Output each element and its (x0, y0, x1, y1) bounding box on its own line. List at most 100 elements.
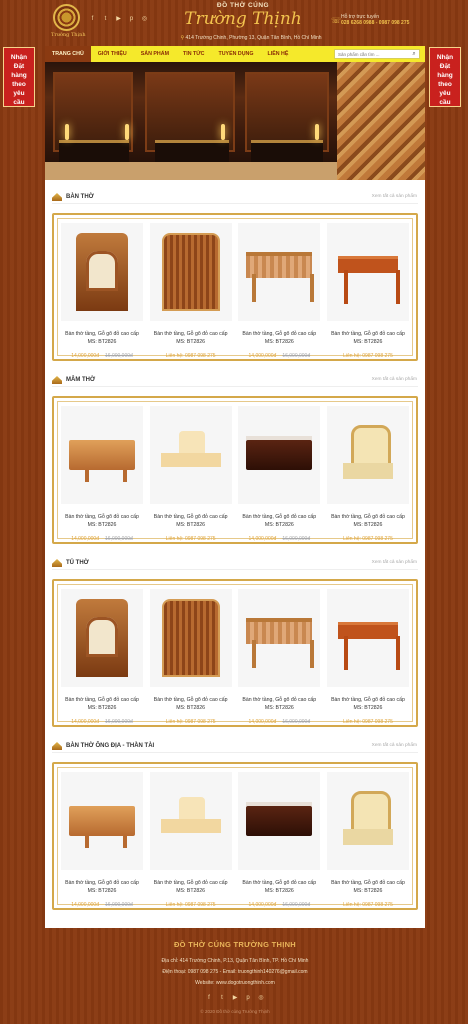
product-code: MS: BT2826 (87, 522, 117, 528)
product-card[interactable]: Bàn thờ tầng, Gỗ gõ đỏ cao cấp MS: BT282… (326, 406, 409, 544)
product-card[interactable]: Bàn thờ tầng, Gỗ gõ đỏ cao cấp MS: BT282… (326, 589, 409, 727)
product-price: 14,000,000đ 16,000,000đ (61, 902, 143, 910)
instagram-icon[interactable]: ◎ (258, 995, 265, 1002)
product-card[interactable]: Bàn thờ tầng, Gỗ gõ đỏ cao cấp MS: BT282… (238, 589, 321, 727)
product-image[interactable] (149, 772, 232, 870)
twitter-icon[interactable]: t (102, 16, 109, 23)
view-all-link[interactable]: Xem tất cả sản phẩm (372, 194, 417, 199)
product-card[interactable]: Bàn thờ tầng, Gỗ gõ đỏ cao cấp MS: BT282… (61, 223, 143, 361)
product-grid: Bàn thờ tầng, Gỗ gõ đỏ cao cấp MS: BT282… (45, 589, 425, 727)
price-current: 14,000,000đ (71, 719, 99, 725)
product-image[interactable] (61, 406, 143, 504)
product-price: 14,000,000đ 16,000,000đ (61, 353, 143, 361)
product-card[interactable]: Bàn thờ tầng, Gỗ gõ đỏ cao cấp MS: BT282… (149, 589, 232, 727)
search-icon[interactable]: ⌕ (409, 50, 419, 58)
footer-address: Địa chỉ: 414 Trường Chinh, P.13, Quận Tâ… (161, 958, 309, 964)
product-card[interactable]: Bàn thờ tầng, Gỗ gõ đỏ cao cấp MS: BT282… (61, 772, 143, 910)
price-current: 14,000,000đ (248, 719, 277, 725)
product-name[interactable]: Bàn thờ tầng, Gỗ gõ đỏ cao cấp (61, 513, 143, 521)
product-name[interactable]: Bàn thờ tầng, Gỗ gõ đỏ cao cấp (150, 696, 232, 704)
product-card[interactable]: Bàn thờ tầng, Gỗ gõ đỏ cao cấp MS: BT282… (149, 406, 232, 544)
pinterest-icon[interactable]: p (245, 995, 252, 1002)
product-name[interactable]: Bàn thờ tầng, Gỗ gõ đỏ cao cấp (150, 330, 232, 338)
header-social-links: f t ▶ p ◎ (89, 16, 148, 23)
section-title[interactable]: TỦ THỜ (66, 560, 89, 566)
product-name[interactable]: Bàn thờ tầng, Gỗ gõ đỏ cao cấp (61, 696, 143, 704)
search-input[interactable] (335, 50, 409, 58)
product-image[interactable] (238, 223, 321, 321)
product-image[interactable] (61, 589, 143, 687)
section-divider (52, 386, 418, 387)
product-name[interactable]: Bàn thờ tầng, Gỗ gõ đỏ cao cấp (238, 330, 320, 338)
product-name[interactable]: Bàn thờ tầng, Gỗ gõ đỏ cao cấp (150, 879, 232, 887)
product-image[interactable] (326, 223, 409, 321)
pagoda-icon (52, 559, 62, 567)
product-price: 14,000,000đ 16,000,000đ (61, 719, 143, 727)
nav-item-products[interactable]: SẢN PHẨM (134, 46, 176, 62)
section-header: TỦ THỜ (52, 556, 89, 570)
product-card[interactable]: Bàn thờ tầng, Gỗ gõ đỏ cao cấp MS: BT282… (238, 223, 321, 361)
brand-title: ĐỒ THỜ CÚNG Trường Thịnh (183, 2, 303, 29)
product-name[interactable]: Bàn thờ tầng, Gỗ gõ đỏ cao cấp (150, 513, 232, 521)
nav-item-news[interactable]: TIN TỨC (176, 46, 211, 62)
product-name[interactable]: Bàn thờ tầng, Gỗ gõ đỏ cao cấp (327, 330, 409, 338)
view-all-link[interactable]: Xem tất cả sản phẩm (372, 743, 417, 748)
product-name[interactable]: Bàn thờ tầng, Gỗ gõ đỏ cao cấp (238, 879, 320, 887)
section-divider (52, 752, 418, 753)
facebook-icon[interactable]: f (206, 995, 213, 1002)
instagram-icon[interactable]: ◎ (141, 16, 148, 23)
product-name[interactable]: Bàn thờ tầng, Gỗ gõ đỏ cao cấp (327, 513, 409, 521)
twitter-icon[interactable]: t (219, 995, 226, 1002)
product-card[interactable]: Bàn thờ tầng, Gỗ gõ đỏ cao cấp MS: BT282… (149, 772, 232, 910)
product-image[interactable] (149, 223, 232, 321)
product-image[interactable] (149, 589, 232, 687)
product-name[interactable]: Bàn thờ tầng, Gỗ gõ đỏ cao cấp (61, 879, 143, 887)
section-title[interactable]: BÀN THỜ ÔNG ĐỊA - THẦN TÀI (66, 743, 154, 749)
product-image[interactable] (149, 406, 232, 504)
banner-lamp (221, 124, 225, 140)
price-old: 16,000,000đ (105, 902, 133, 908)
order-badge-right[interactable]: Nhận Đặt hàng theo yêu cầu (429, 47, 461, 107)
product-card[interactable]: Bàn thờ tầng, Gỗ gõ đỏ cao cấp MS: BT282… (238, 772, 321, 910)
price-old: 16,000,000đ (105, 536, 133, 542)
product-code: MS: BT2826 (264, 888, 294, 894)
hero-banner[interactable] (45, 62, 425, 180)
footer-website[interactable]: Website: www.dogotruongthinh.com (45, 980, 425, 986)
product-name[interactable]: Bàn thờ tầng, Gỗ gõ đỏ cao cấp (327, 696, 409, 704)
product-image[interactable] (61, 772, 143, 870)
product-card[interactable]: Bàn thờ tầng, Gỗ gõ đỏ cao cấp MS: BT282… (238, 406, 321, 544)
hotline-box[interactable]: ☏ Hỗ trợ trực tuyến 028 6268 0988 - 0987… (331, 14, 431, 26)
nav-item-contact[interactable]: LIÊN HỆ (261, 46, 296, 62)
order-badge-left[interactable]: Nhận Đặt hàng theo yêu cầu (3, 47, 35, 107)
product-code: MS: BT2826 (176, 888, 206, 894)
site-logo[interactable]: Trường Thịnh (51, 4, 86, 44)
product-name[interactable]: Bàn thờ tầng, Gỗ gõ đỏ cao cấp (327, 879, 409, 887)
product-card[interactable]: Bàn thờ tầng, Gỗ gõ đỏ cao cấp MS: BT282… (149, 223, 232, 361)
product-image[interactable] (326, 406, 409, 504)
view-all-link[interactable]: Xem tất cả sản phẩm (372, 560, 417, 565)
product-image[interactable] (61, 223, 143, 321)
product-image[interactable] (326, 589, 409, 687)
product-image[interactable] (238, 772, 321, 870)
product-name[interactable]: Bàn thờ tầng, Gỗ gõ đỏ cao cấp (61, 330, 143, 338)
section-title[interactable]: MÂM THỜ (66, 377, 95, 383)
nav-item-careers[interactable]: TUYỂN DỤNG (211, 46, 260, 62)
pinterest-icon[interactable]: p (128, 16, 135, 23)
facebook-icon[interactable]: f (89, 16, 96, 23)
product-image[interactable] (238, 406, 321, 504)
youtube-icon[interactable]: ▶ (115, 16, 122, 23)
product-name[interactable]: Bàn thờ tầng, Gỗ gõ đỏ cao cấp (238, 696, 320, 704)
product-name[interactable]: Bàn thờ tầng, Gỗ gõ đỏ cao cấp (238, 513, 320, 521)
product-card[interactable]: Bàn thờ tầng, Gỗ gõ đỏ cao cấp MS: BT282… (61, 406, 143, 544)
youtube-icon[interactable]: ▶ (232, 995, 239, 1002)
product-card[interactable]: Bàn thờ tầng, Gỗ gõ đỏ cao cấp MS: BT282… (326, 223, 409, 361)
product-card[interactable]: Bàn thờ tầng, Gỗ gõ đỏ cao cấp MS: BT282… (326, 772, 409, 910)
product-image[interactable] (238, 589, 321, 687)
product-card[interactable]: Bàn thờ tầng, Gỗ gõ đỏ cao cấp MS: BT282… (61, 589, 143, 727)
nav-item-home[interactable]: TRANG CHỦ (45, 46, 91, 62)
product-code: MS: BT2826 (87, 888, 117, 894)
nav-item-about[interactable]: GIỚI THIỆU (91, 46, 134, 62)
section-title[interactable]: BÀN THỜ (66, 194, 94, 200)
product-image[interactable] (326, 772, 409, 870)
view-all-link[interactable]: Xem tất cả sản phẩm (372, 377, 417, 382)
